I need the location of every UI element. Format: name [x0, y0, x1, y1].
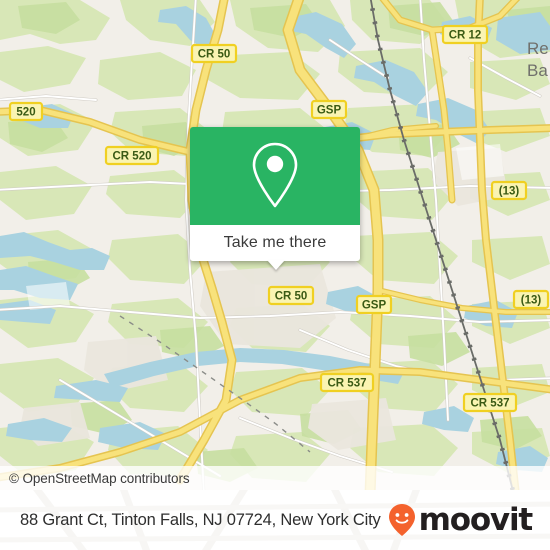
road-shield-label: 520: [16, 107, 35, 119]
callout-cta-bar[interactable]: Take me there: [190, 225, 360, 261]
road-shield-label: CR 537: [328, 378, 367, 390]
road-shield-label: CR 520: [113, 151, 152, 163]
footer-bar: 88 Grant Ct, Tinton Falls, NJ 07724, New…: [0, 490, 550, 550]
moovit-wordmark: moovit: [418, 501, 534, 538]
take-me-there-label: Take me there: [223, 234, 327, 251]
road-shield: CR 537: [319, 372, 375, 393]
road-shield: CR 537: [462, 392, 518, 413]
address-text: 88 Grant Ct, Tinton Falls, NJ 07724, New…: [20, 510, 381, 529]
callout-pointer: [267, 260, 285, 270]
road-shield: CR 50: [190, 43, 238, 64]
road-shield-label: (13): [521, 295, 542, 307]
road-shield: CR 520: [104, 145, 160, 166]
take-me-there-callout[interactable]: Take me there: [190, 127, 360, 270]
map-attribution: © OpenStreetMap contributors: [0, 466, 550, 490]
road-shield: CR 50: [267, 285, 315, 306]
road-shield: (13): [490, 180, 528, 201]
road-shield: CR 12: [441, 24, 489, 45]
moovit-map-share-card: Re Ba CR 12 CR 50 520 GSP CR 520 (13) CR 50 GSP…: [0, 0, 550, 550]
road-shield-label: CR 537: [471, 398, 510, 410]
footer-content: 88 Grant Ct, Tinton Falls, NJ 07724, New…: [0, 490, 550, 550]
road-shield: (13): [512, 289, 550, 310]
road-shield-label: CR 12: [449, 30, 482, 42]
attribution-text: © OpenStreetMap contributors: [9, 470, 190, 486]
moovit-logo[interactable]: moovit: [387, 501, 534, 538]
road-shield: GSP: [310, 99, 348, 120]
callout-icon-panel: [190, 127, 360, 225]
road-shield: 520: [8, 101, 44, 122]
road-shield-label: GSP: [317, 105, 342, 117]
road-shield-label: CR 50: [275, 291, 308, 303]
road-shield-label: CR 50: [198, 49, 231, 61]
road-shield: GSP: [355, 294, 393, 315]
moovit-pin-smiley-icon: [388, 504, 415, 536]
map-canvas[interactable]: Re Ba CR 12 CR 50 520 GSP CR 520 (13) CR 50 GSP…: [0, 0, 550, 490]
road-shield-label: (13): [499, 186, 520, 198]
map-pin-icon: [252, 142, 298, 208]
road-shield-label: GSP: [362, 300, 387, 312]
